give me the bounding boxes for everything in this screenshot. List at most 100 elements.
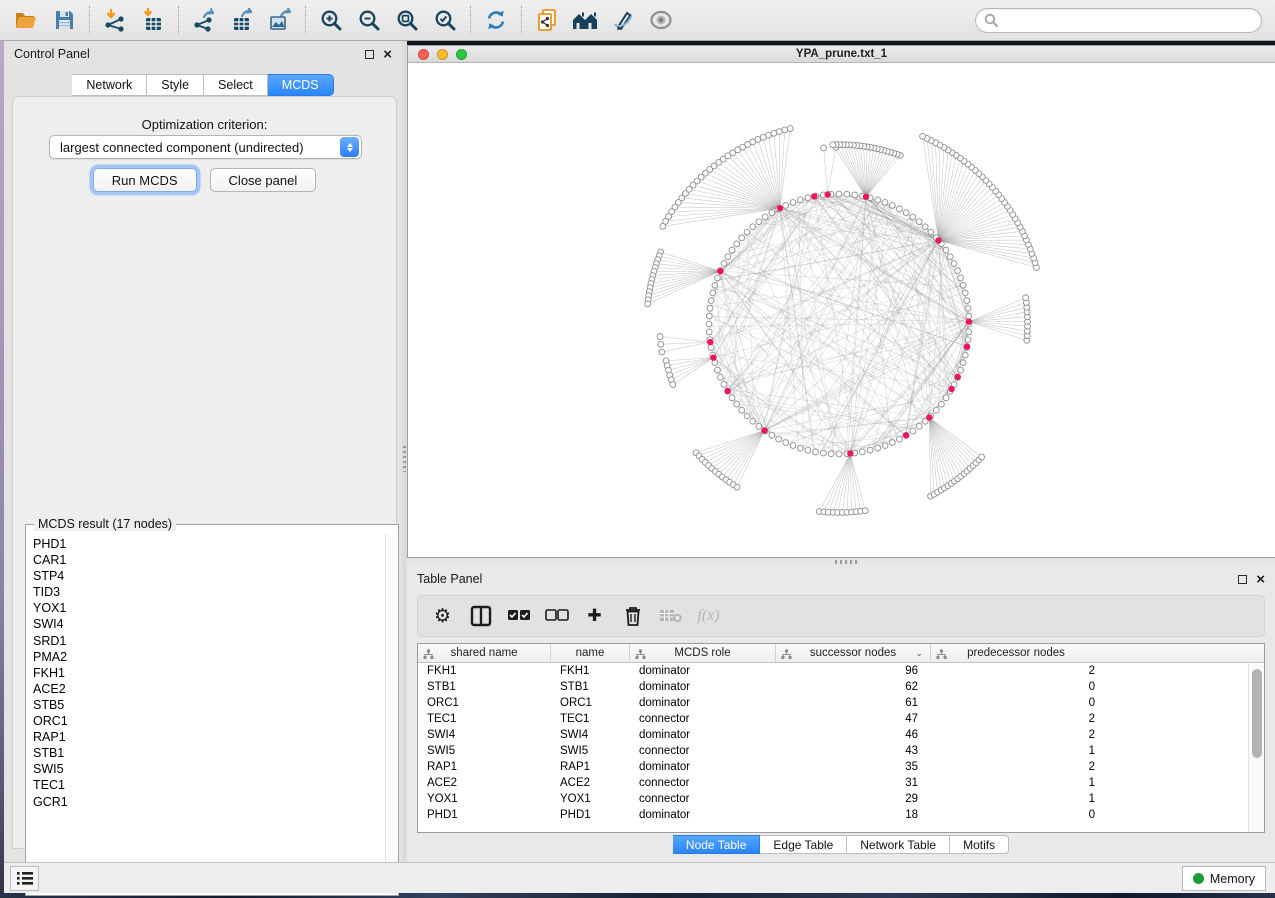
horizontal-splitter[interactable]: [407, 558, 1275, 566]
save-icon[interactable]: [49, 4, 79, 36]
splitter-grip-icon: [835, 560, 857, 564]
toolbar-separator: [305, 6, 306, 34]
table-tab[interactable]: Edge Table: [760, 835, 847, 854]
control-panel-tab[interactable]: Network: [72, 74, 147, 96]
zoom-fit-icon[interactable]: [392, 4, 422, 36]
control-panel-tab[interactable]: MCDS: [268, 74, 334, 96]
delete-table-icon[interactable]: [656, 601, 685, 631]
list-icon: [17, 872, 33, 885]
table-tab[interactable]: Motifs: [950, 835, 1009, 854]
column-header[interactable]: predecessor nodes ⌄: [931, 644, 1101, 662]
export-image-icon[interactable]: [265, 4, 295, 36]
table-row[interactable]: FKH1 FKH1 dominator 96 2: [418, 663, 1248, 679]
close-panel-icon[interactable]: ×: [1256, 575, 1265, 584]
mcds-result-item[interactable]: SWI5: [33, 761, 385, 777]
mcds-result-item[interactable]: CAR1: [33, 552, 385, 568]
mcds-result-item[interactable]: YOX1: [33, 600, 385, 616]
function-builder-icon[interactable]: f(x): [694, 601, 723, 631]
close-panel-icon[interactable]: ×: [383, 50, 392, 59]
deselect-all-icon[interactable]: [542, 601, 571, 631]
sort-desc-icon: ⌄: [915, 644, 923, 662]
table-row[interactable]: PHD1 PHD1 dominator 18 0: [418, 807, 1248, 823]
eye-icon[interactable]: [646, 4, 676, 36]
mcds-result-item[interactable]: ORC1: [33, 713, 385, 729]
float-panel-icon[interactable]: [365, 50, 374, 59]
zoom-selected-icon[interactable]: [430, 4, 460, 36]
run-mcds-button[interactable]: Run MCDS: [93, 168, 197, 192]
mcds-tab-content: Optimization criterion: largest connecte…: [12, 96, 397, 849]
delete-column-icon[interactable]: [618, 601, 647, 631]
column-header[interactable]: name ⌄: [551, 644, 630, 662]
mcds-result-item[interactable]: GCR1: [33, 794, 385, 810]
table-panel-title: Table Panel: [417, 572, 482, 586]
search-input[interactable]: [998, 13, 1253, 27]
column-header[interactable]: MCDS role ⌄: [630, 644, 776, 662]
mcds-result-item[interactable]: FKH1: [33, 665, 385, 681]
mcds-result-item[interactable]: SRD1: [33, 633, 385, 649]
toolbar-separator: [470, 6, 471, 34]
table-row[interactable]: STB1 STB1 dominator 62 0: [418, 679, 1248, 695]
zoom-out-icon[interactable]: [354, 4, 384, 36]
memory-button[interactable]: Memory: [1182, 866, 1266, 891]
table-row[interactable]: ORC1 ORC1 dominator 61 0: [418, 695, 1248, 711]
mcds-result-item[interactable]: RAP1: [33, 729, 385, 745]
documents-share-icon[interactable]: [532, 4, 562, 36]
table-row[interactable]: RAP1 RAP1 dominator 35 2: [418, 759, 1248, 775]
control-panel-titlebar: Control Panel ×: [4, 41, 402, 67]
mcds-result-item[interactable]: STB5: [33, 697, 385, 713]
control-panel-tab[interactable]: Style: [147, 74, 204, 96]
search-box[interactable]: [975, 8, 1262, 33]
network-canvas[interactable]: [408, 63, 1275, 557]
table-toolbar: ⚙ ✚ f(x): [417, 595, 1265, 637]
column-header[interactable]: successor nodes ⌄: [776, 644, 931, 662]
mcds-result-item[interactable]: PHD1: [33, 536, 385, 552]
open-folder-icon[interactable]: [11, 4, 41, 36]
table-tab[interactable]: Node Table: [673, 835, 761, 854]
control-panel-tabs: NetworkStyleSelectMCDS: [4, 74, 402, 96]
export-table-icon[interactable]: [227, 4, 257, 36]
table-row[interactable]: YOX1 YOX1 connector 29 1: [418, 791, 1248, 807]
zoom-in-icon[interactable]: [316, 4, 346, 36]
float-panel-icon[interactable]: [1238, 575, 1247, 584]
table-tab[interactable]: Network Table: [847, 835, 950, 854]
add-column-icon[interactable]: ✚: [580, 601, 609, 631]
houses-icon[interactable]: [570, 4, 600, 36]
export-network-icon[interactable]: [189, 4, 219, 36]
mcds-result-item[interactable]: STP4: [33, 568, 385, 584]
select-stepper-icon: [340, 137, 359, 157]
table-row[interactable]: SWI5 SWI5 connector 43 1: [418, 743, 1248, 759]
control-panel: Control Panel × NetworkStyleSelectMCDS O…: [4, 41, 402, 862]
mcds-result-item[interactable]: ACE2: [33, 681, 385, 697]
close-panel-button[interactable]: Close panel: [210, 168, 317, 192]
refresh-icon[interactable]: [481, 4, 511, 36]
import-table-icon[interactable]: [138, 4, 168, 36]
table-panel-titlebar: Table Panel ×: [407, 566, 1275, 592]
hierarchy-icon: [635, 648, 646, 662]
mcds-result-item[interactable]: SWI4: [33, 616, 385, 632]
toolbar-separator: [521, 6, 522, 34]
select-all-icon[interactable]: [504, 601, 533, 631]
table-scrollbar-thumb[interactable]: [1252, 669, 1262, 758]
optimization-criterion-label: Optimization criterion:: [13, 117, 396, 132]
table-row[interactable]: SWI4 SWI4 dominator 46 2: [418, 727, 1248, 743]
column-header[interactable]: shared name ⌄: [418, 644, 551, 662]
mcds-result-scrollbar[interactable]: [385, 534, 397, 894]
network-graph[interactable]: [408, 63, 1275, 559]
annotation-pen-icon[interactable]: [608, 4, 638, 36]
mcds-result-item[interactable]: STB1: [33, 745, 385, 761]
mcds-result-item[interactable]: PMA2: [33, 649, 385, 665]
panel-menu-button[interactable]: [10, 866, 39, 891]
optimization-criterion-select[interactable]: largest connected component (undirected): [49, 135, 362, 159]
table-scrollbar[interactable]: [1248, 663, 1264, 832]
gear-icon[interactable]: ⚙: [428, 601, 457, 631]
import-network-icon[interactable]: [100, 4, 130, 36]
table-row[interactable]: TEC1 TEC1 connector 47 2: [418, 711, 1248, 727]
table-row[interactable]: ACE2 ACE2 connector 31 1: [418, 775, 1248, 791]
network-window-titlebar[interactable]: YPA_prune.txt_1: [408, 46, 1275, 63]
table-tabs: Node TableEdge TableNetwork TableMotifs: [407, 835, 1275, 854]
control-panel-tab[interactable]: Select: [204, 74, 268, 96]
memory-status-icon: [1193, 873, 1204, 884]
mcds-result-item[interactable]: TID3: [33, 584, 385, 600]
split-columns-icon[interactable]: [466, 601, 495, 631]
mcds-result-item[interactable]: TEC1: [33, 777, 385, 793]
